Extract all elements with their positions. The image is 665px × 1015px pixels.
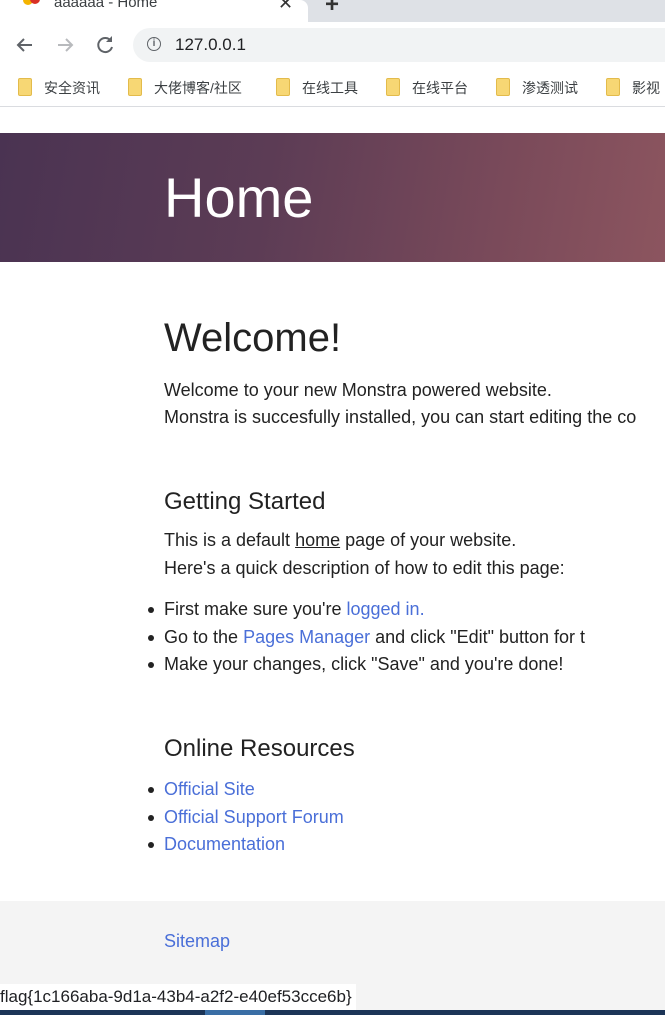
folder-icon [606, 78, 620, 96]
sitemap-link[interactable]: Sitemap [164, 931, 230, 952]
support-forum-link[interactable]: Official Support Forum [164, 807, 344, 827]
favicon-icon [22, 0, 42, 10]
folder-icon [496, 78, 510, 96]
home-link[interactable]: home [295, 530, 340, 550]
getting-started-heading: Getting Started [164, 488, 326, 515]
url-text[interactable]: 127.0.0.1 [175, 35, 246, 55]
pages-manager-link[interactable]: Pages Manager [243, 627, 370, 647]
back-arrow-icon[interactable] [12, 32, 38, 58]
folder-icon [128, 78, 142, 96]
new-tab-icon[interactable]: + [325, 0, 339, 19]
instructions-list: First make sure you're logged in. Go to … [109, 596, 585, 679]
logged-in-link[interactable]: logged in. [347, 599, 425, 619]
list-item: Documentation [109, 831, 344, 859]
description-text: Here's a quick description of how to edi… [164, 558, 565, 578]
taskbar [0, 1010, 665, 1015]
list-item: Go to the Pages Manager and click "Edit"… [109, 624, 585, 652]
page-title: Home [164, 166, 314, 229]
status-bar-url: flag{1c166aba-9d1a-43b4-a2f2-e40ef53cce6… [0, 984, 356, 1010]
resources-list: Official Site Official Support Forum Doc… [109, 776, 344, 859]
online-resources-heading: Online Resources [164, 735, 355, 762]
bookmarks-bar: 安全资讯 大佬博客/社区 在线工具 在线平台 渗透测试 影视 [0, 68, 665, 107]
tab-strip: aaaaaa - Home ✕ + [0, 0, 665, 22]
list-item: Official Support Forum [109, 804, 344, 832]
folder-icon [18, 78, 32, 96]
browser-toolbar: i 127.0.0.1 [0, 22, 665, 68]
info-icon[interactable]: i [147, 37, 161, 51]
folder-icon [276, 78, 290, 96]
default-page-text: This is a default home page of your webs… [164, 530, 517, 550]
close-tab-icon[interactable]: ✕ [278, 0, 293, 14]
welcome-heading: Welcome! [164, 316, 342, 360]
install-text: Monstra is succesfully installed, you ca… [164, 407, 637, 427]
tab-title: aaaaaa - Home [54, 0, 158, 11]
address-bar[interactable]: i 127.0.0.1 [133, 28, 665, 62]
page-hero: Home [0, 133, 665, 262]
welcome-text: Welcome to your new Monstra powered webs… [164, 380, 552, 400]
reload-icon[interactable] [92, 32, 118, 58]
forward-arrow-icon[interactable] [52, 32, 78, 58]
documentation-link[interactable]: Documentation [164, 834, 285, 854]
list-item: First make sure you're logged in. [109, 596, 585, 624]
taskbar-active-item[interactable] [205, 1010, 265, 1015]
list-item: Official Site [109, 776, 344, 804]
folder-icon [386, 78, 400, 96]
official-site-link[interactable]: Official Site [164, 779, 255, 799]
list-item: Make your changes, click "Save" and you'… [109, 651, 585, 679]
browser-tab[interactable]: aaaaaa - Home ✕ [0, 0, 308, 22]
